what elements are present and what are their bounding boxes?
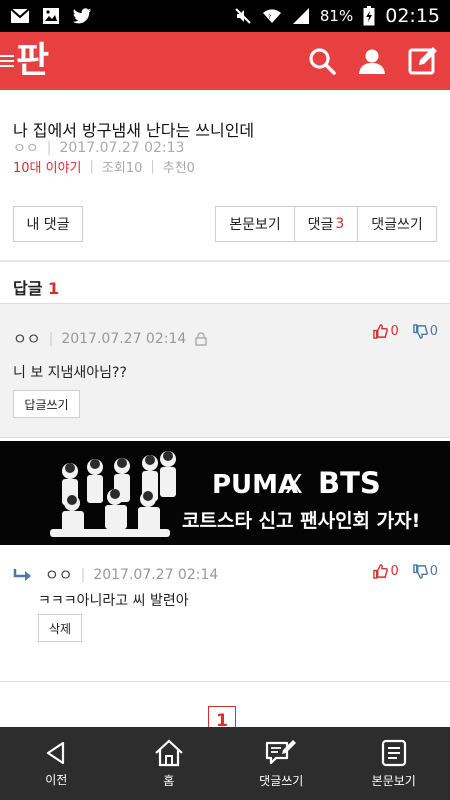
post-date: 2017.07.27 02:13: [59, 140, 185, 156]
nav-label: 댓글쓰기: [259, 773, 304, 788]
reply-item: ㅇㅇ | 2017.07.27 02:14 0 0 ㅋㅋㅋ아니라고 씨 발련아 …: [0, 552, 450, 682]
comment-date: 2017.07.27 02:14: [61, 330, 187, 347]
post-category[interactable]: 10대 이야기: [13, 157, 82, 176]
meta-separator: |: [150, 159, 155, 174]
ad-tagline: 코트스타 신고 팬사인회 가자!: [182, 510, 420, 532]
reply-button[interactable]: 답글쓰기: [13, 390, 80, 418]
ad-banner[interactable]: PUMA X BTS 코트스타 신고 팬사인회 가자!: [0, 441, 450, 545]
mail-icon: [10, 8, 30, 23]
delete-button[interactable]: 삭제: [38, 614, 82, 642]
document-icon: [381, 739, 406, 766]
signal-icon: [292, 8, 309, 24]
thumbs-down-icon: [412, 324, 428, 339]
reply-text: ㅋㅋㅋ아니라고 씨 발련아: [38, 593, 189, 609]
twitter-icon: [72, 7, 92, 23]
section-divider: [0, 260, 450, 262]
ad-x: X: [285, 470, 303, 500]
bottom-nav: 이전 홈 댓글쓰기 본문보기: [0, 727, 450, 800]
pagination-current-page[interactable]: 1: [208, 706, 236, 727]
comment-tabs: 본문보기 댓글 3 댓글쓰기: [215, 206, 437, 242]
clock: 02:15: [385, 5, 440, 27]
comment-author: ㅇㅇ: [13, 330, 41, 348]
battery-icon: [363, 6, 375, 26]
reply-arrow-icon: [13, 568, 31, 581]
wifi-icon: ?: [262, 9, 281, 23]
write-icon[interactable]: [408, 46, 438, 76]
upvote-button[interactable]: 0: [373, 564, 399, 579]
downvote-count: 0: [429, 324, 438, 339]
post-meta: ㅇㅇ | 2017.07.27 02:13: [13, 138, 184, 158]
search-icon[interactable]: [308, 47, 336, 75]
ad-partner: BTS: [318, 466, 381, 500]
app-header: 판: [0, 32, 450, 90]
reply-author: ㅇㅇ: [45, 566, 73, 584]
image-icon: [43, 8, 59, 24]
comment-votes: 0 0: [373, 324, 438, 339]
nav-label: 본문보기: [371, 773, 416, 788]
thumbs-up-icon: [373, 324, 389, 339]
meta-separator: |: [89, 159, 94, 174]
replies-count: 1: [48, 279, 60, 298]
comment-meta: ㅇㅇ | 2017.07.27 02:14: [13, 328, 208, 349]
comment-text: 니 보 지냄새아님??: [13, 365, 127, 381]
nav-label: 홈: [163, 773, 175, 788]
replies-label: 답글: [13, 279, 43, 298]
upvote-count: 0: [390, 564, 399, 579]
notification-icons: [10, 7, 92, 25]
reply-meta: ㅇㅇ | 2017.07.27 02:14: [13, 564, 218, 585]
comments-count: 3: [335, 216, 345, 232]
thumbs-up-icon: [373, 564, 389, 579]
back-icon: [47, 741, 65, 764]
post-author: ㅇㅇ: [13, 141, 39, 157]
post-views: 조회10: [101, 161, 143, 176]
my-comments-button[interactable]: 내 댓글: [13, 206, 83, 242]
nav-home[interactable]: 홈: [113, 727, 226, 800]
reply-votes: 0 0: [373, 564, 438, 579]
write-comment-button[interactable]: 댓글쓰기: [358, 207, 436, 241]
logo-mark: 판: [16, 40, 49, 81]
upvote-count: 0: [390, 324, 399, 339]
replies-header: 답글 1: [13, 275, 59, 299]
meta-separator: |: [80, 566, 86, 583]
menu-icon[interactable]: [0, 55, 14, 67]
downvote-button[interactable]: 0: [412, 564, 438, 579]
comments-label: 댓글: [307, 217, 334, 233]
comment-write-icon: [266, 739, 297, 764]
logo[interactable]: 판: [0, 32, 49, 90]
nav-label: 이전: [45, 772, 68, 787]
nav-view-post[interactable]: 본문보기: [338, 727, 450, 800]
comment-item: ㅇㅇ | 2017.07.27 02:14 0 0 니 보 지냄새아님?? 답글…: [0, 304, 450, 438]
nav-back[interactable]: 이전: [0, 727, 113, 800]
downvote-count: 0: [429, 564, 438, 579]
mute-icon: [235, 8, 251, 24]
post-stats: 10대 이야기 | 조회10 | 추천0: [13, 157, 195, 176]
post-recommends: 추천0: [162, 161, 195, 176]
home-icon: [155, 739, 183, 766]
comments-tab[interactable]: 댓글 3: [295, 207, 358, 241]
lock-icon: [195, 331, 207, 346]
profile-icon[interactable]: [358, 47, 386, 75]
reply-date: 2017.07.27 02:14: [93, 566, 219, 583]
nav-write-comment[interactable]: 댓글쓰기: [225, 727, 338, 800]
view-post-button[interactable]: 본문보기: [216, 207, 295, 241]
ad-artwork: PUMA X BTS 코트스타 신고 팬사인회 가자!: [50, 451, 420, 537]
battery-percent: 81%: [319, 7, 354, 25]
svg-text:?: ?: [268, 14, 271, 21]
upvote-button[interactable]: 0: [373, 324, 399, 339]
thumbs-down-icon: [412, 564, 428, 579]
downvote-button[interactable]: 0: [412, 324, 438, 339]
meta-separator: |: [46, 140, 52, 156]
comment-page: 나 집에서 방구냄새 난다는 쓰니인데 ㅇㅇ | 2017.07.27 02:1…: [0, 90, 450, 727]
status-bar: ? 81% 02:15: [0, 0, 450, 32]
meta-separator: |: [48, 330, 54, 347]
